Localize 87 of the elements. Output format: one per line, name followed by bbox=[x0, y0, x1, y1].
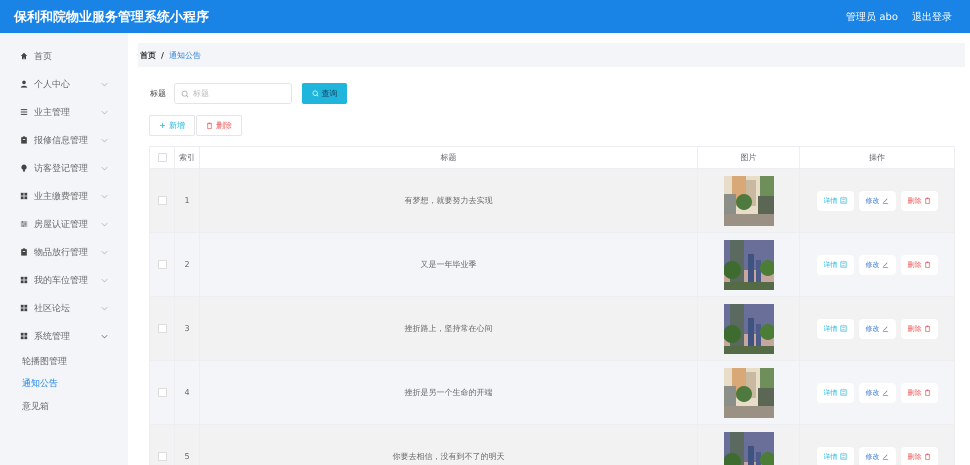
trash-icon bbox=[924, 389, 930, 396]
menu-label: 物品放行管理 bbox=[34, 246, 89, 258]
sidebar-item[interactable]: 房屋认证管理 bbox=[0, 210, 128, 238]
trash-icon bbox=[924, 261, 930, 268]
plus-icon bbox=[159, 122, 166, 129]
column-header: 图片 bbox=[740, 152, 756, 163]
menu-label: 个人中心 bbox=[34, 78, 71, 90]
document-icon bbox=[840, 197, 846, 204]
list-icon bbox=[20, 108, 28, 116]
bulb-icon bbox=[20, 164, 28, 172]
breadcrumb-item[interactable]: 通知公告 bbox=[168, 50, 201, 60]
row-checkbox[interactable] bbox=[158, 196, 166, 205]
search-label: 标题 bbox=[150, 88, 166, 99]
menu-label: 报修信息管理 bbox=[34, 134, 89, 146]
document-icon bbox=[840, 389, 846, 396]
table-cell: 5 bbox=[184, 452, 190, 461]
sidebar-item[interactable]: 我的车位管理 bbox=[0, 266, 128, 294]
trash-icon bbox=[206, 122, 213, 129]
breadcrumb-item[interactable]: 首页 bbox=[140, 50, 156, 60]
pencil-icon bbox=[882, 325, 888, 332]
table-cell: 有梦想，就要努力去实现 bbox=[404, 195, 492, 206]
search-input[interactable]: 标题 bbox=[193, 89, 273, 98]
column-header: 标题 bbox=[440, 152, 456, 163]
row-checkbox[interactable] bbox=[158, 452, 166, 461]
menu-label: 房屋认证管理 bbox=[34, 218, 89, 230]
menu-label: 访客登记管理 bbox=[34, 162, 89, 174]
user-icon bbox=[20, 80, 28, 88]
sidebar-item[interactable]: 业主管理 bbox=[0, 98, 128, 126]
sidebar-item[interactable]: 物品放行管理 bbox=[0, 238, 128, 266]
grid-icon bbox=[20, 332, 28, 340]
sidebar-item[interactable]: 访客登记管理 bbox=[0, 154, 128, 182]
grid-icon bbox=[20, 304, 28, 312]
row-checkbox[interactable] bbox=[158, 388, 166, 397]
menu-label: 首页 bbox=[34, 50, 53, 62]
trash-icon bbox=[924, 325, 930, 332]
sidebar-item[interactable]: 业主缴费管理 bbox=[0, 182, 128, 210]
sidebar-item[interactable]: 系统管理 bbox=[0, 322, 128, 350]
search-icon bbox=[181, 90, 189, 98]
menu-label: 我的车位管理 bbox=[34, 274, 89, 286]
submenu-item[interactable]: 意见箱 bbox=[0, 395, 49, 418]
table-cell: 又是一年毕业季 bbox=[420, 259, 476, 270]
logout-link[interactable]: 退出登录 bbox=[912, 10, 952, 24]
table-cell: 2 bbox=[184, 260, 190, 269]
submenu-item[interactable]: 轮播图管理 bbox=[0, 350, 67, 372]
table-cell: 挫折是另一个生命的开端 bbox=[404, 387, 492, 398]
add-button[interactable]: 新增 bbox=[149, 115, 195, 136]
sidebar-item[interactable]: 首页 bbox=[0, 42, 128, 70]
delete-button[interactable]: 删除 bbox=[196, 115, 242, 136]
clipboard-icon bbox=[20, 248, 28, 256]
clipboard-icon bbox=[20, 136, 28, 144]
sidebar-item[interactable]: 报修信息管理 bbox=[0, 126, 128, 154]
column-header: 索引 bbox=[179, 152, 195, 163]
table-cell: 你要去相信，没有到不了的明天 bbox=[392, 451, 504, 462]
trash-icon bbox=[924, 197, 930, 204]
row-checkbox[interactable] bbox=[158, 324, 166, 333]
breadcrumb-separator: / bbox=[161, 50, 164, 60]
sliders-icon bbox=[20, 220, 28, 228]
menu-label: 业主缴费管理 bbox=[34, 190, 89, 202]
document-icon bbox=[840, 261, 846, 268]
table-cell: 1 bbox=[184, 196, 190, 205]
row-checkbox[interactable] bbox=[158, 260, 166, 269]
menu-label: 业主管理 bbox=[34, 106, 71, 118]
document-icon bbox=[840, 325, 846, 332]
search-field[interactable]: 标题 bbox=[174, 83, 292, 104]
pencil-icon bbox=[882, 197, 888, 204]
search-button[interactable]: 查询 bbox=[302, 83, 347, 104]
document-icon bbox=[840, 453, 846, 460]
table-cell: 3 bbox=[184, 324, 190, 333]
pencil-icon bbox=[882, 389, 888, 396]
pencil-icon bbox=[882, 261, 888, 268]
pencil-icon bbox=[882, 453, 888, 460]
sidebar-item[interactable]: 个人中心 bbox=[0, 70, 128, 98]
grid-icon bbox=[20, 276, 28, 284]
app-title: 保利和院物业服务管理系统小程序 bbox=[14, 8, 209, 26]
trash-icon bbox=[924, 453, 930, 460]
column-header: 操作 bbox=[869, 152, 885, 163]
user-label: 管理员 abo bbox=[846, 10, 898, 24]
sidebar-item[interactable]: 社区论坛 bbox=[0, 294, 128, 322]
table-cell: 4 bbox=[184, 388, 190, 397]
menu-label: 系统管理 bbox=[34, 330, 71, 342]
select-all-checkbox[interactable] bbox=[158, 153, 166, 162]
table-cell: 挫折路上，坚持常在心间 bbox=[404, 323, 492, 334]
submenu-item[interactable]: 通知公告 bbox=[0, 372, 58, 395]
grid-icon bbox=[20, 192, 28, 200]
menu-label: 社区论坛 bbox=[34, 302, 71, 314]
search-icon bbox=[312, 90, 318, 97]
home-icon bbox=[20, 52, 28, 60]
